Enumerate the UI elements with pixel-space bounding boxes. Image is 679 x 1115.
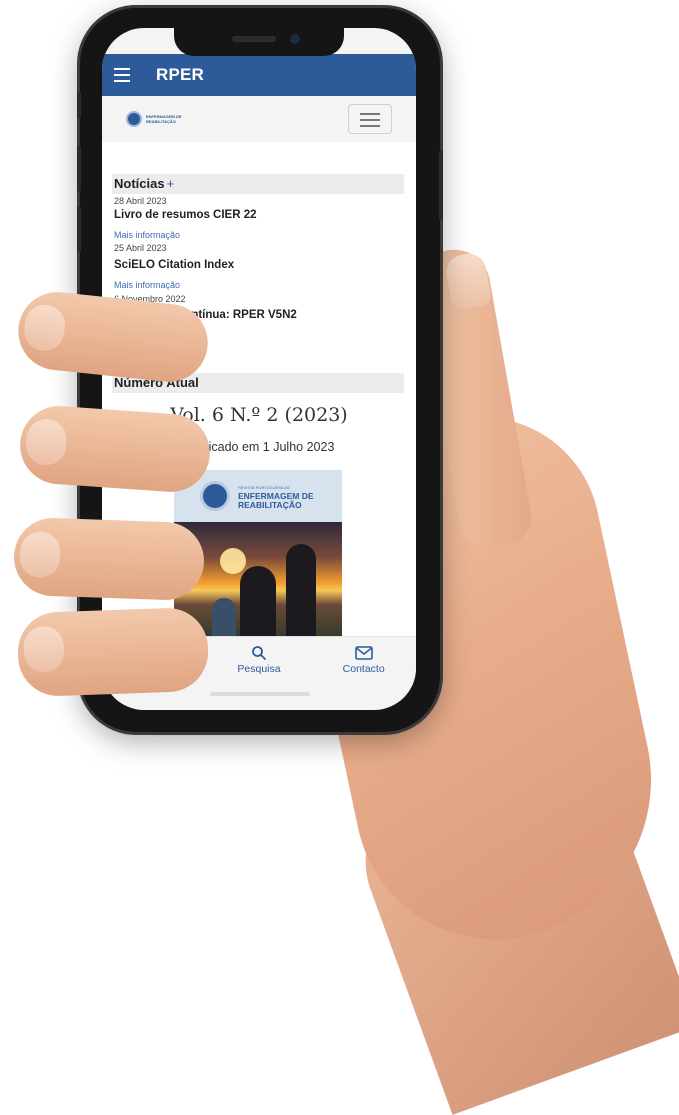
issue-published-date: Publicado em 1 Julho 2023 xyxy=(183,440,335,454)
current-issue-heading: Número Atual xyxy=(112,373,404,393)
speaker xyxy=(232,36,276,42)
news-heading: Notícias + xyxy=(112,174,404,194)
person-silhouette xyxy=(286,544,316,640)
phone-screen: RPER ENFERMAGEM DE REABILITAÇÃO Notícias… xyxy=(102,28,416,710)
home-indicator xyxy=(210,692,310,696)
silent-switch xyxy=(77,92,81,118)
logo-emblem-icon xyxy=(126,111,142,127)
issue-volume[interactable]: Vol. 6 N.º 2 (2023) xyxy=(102,404,416,426)
news-more-info-link[interactable]: Mais informação xyxy=(114,280,180,290)
mail-icon xyxy=(354,645,373,661)
volume-up-button xyxy=(77,146,81,192)
news-more-info-link[interactable]: Mais informação xyxy=(114,230,180,240)
sun xyxy=(220,548,246,574)
nav-atual[interactable]: Atual xyxy=(102,637,207,687)
news-date: 6 Novembro 2022 xyxy=(114,294,186,304)
search-icon xyxy=(251,645,267,661)
news-title[interactable]: Publicação contínua: RPER V5N2 xyxy=(114,309,297,321)
news-more-link[interactable]: + xyxy=(167,176,175,191)
notch xyxy=(174,28,344,56)
power-button xyxy=(439,150,443,220)
home-icon xyxy=(146,645,162,661)
news-date: 28 Abril 2023 xyxy=(114,196,167,206)
news-title[interactable]: SciELO Citation Index xyxy=(114,259,234,271)
cover-title: ENFERMAGEM DE REABILITAÇÃO xyxy=(238,491,314,510)
cover-emblem-icon xyxy=(200,481,230,511)
navbar-toggler-button[interactable] xyxy=(348,104,392,134)
cover-header: REVISTA PORTUGUESA DE ENFERMAGEM DE REAB… xyxy=(174,470,342,522)
news-title[interactable]: Livro de resumos CIER 22 xyxy=(114,209,257,221)
site-header: ENFERMAGEM DE REABILITAÇÃO xyxy=(102,96,416,142)
news-date: 25 Abril 2023 xyxy=(114,243,167,253)
nav-label: Pesquisa xyxy=(237,663,281,675)
nav-contacto[interactable]: Contacto xyxy=(311,637,416,687)
nav-label: Atual xyxy=(142,663,167,675)
issue-cover-image[interactable]: REVISTA PORTUGUESA DE ENFERMAGEM DE REAB… xyxy=(174,470,342,640)
hamburger-menu-icon[interactable] xyxy=(114,68,134,82)
person-silhouette xyxy=(240,566,276,640)
nav-label: Contacto xyxy=(342,663,385,675)
logo-text: ENFERMAGEM DE REABILITAÇÃO xyxy=(146,114,182,124)
cover-subtitle: REVISTA PORTUGUESA DE xyxy=(238,485,291,490)
app-bar: RPER xyxy=(102,54,416,96)
site-logo[interactable]: ENFERMAGEM DE REABILITAÇÃO xyxy=(126,111,182,127)
volume-down-button xyxy=(77,206,81,252)
nav-pesquisa[interactable]: Pesquisa xyxy=(207,637,312,687)
child-silhouette xyxy=(212,598,236,640)
news-more-info-link[interactable]: Mais informação xyxy=(114,330,180,340)
main-content: Notícias + 28 Abril 2023 Livro de resumos… xyxy=(102,142,416,640)
front-camera xyxy=(290,34,300,44)
bottom-navigation: Atual Pesquisa Contacto xyxy=(102,636,416,687)
app-title: RPER xyxy=(156,65,205,84)
wrist xyxy=(343,725,679,1115)
thumb-nail xyxy=(443,250,493,312)
cover-sunset-photo xyxy=(174,522,342,640)
